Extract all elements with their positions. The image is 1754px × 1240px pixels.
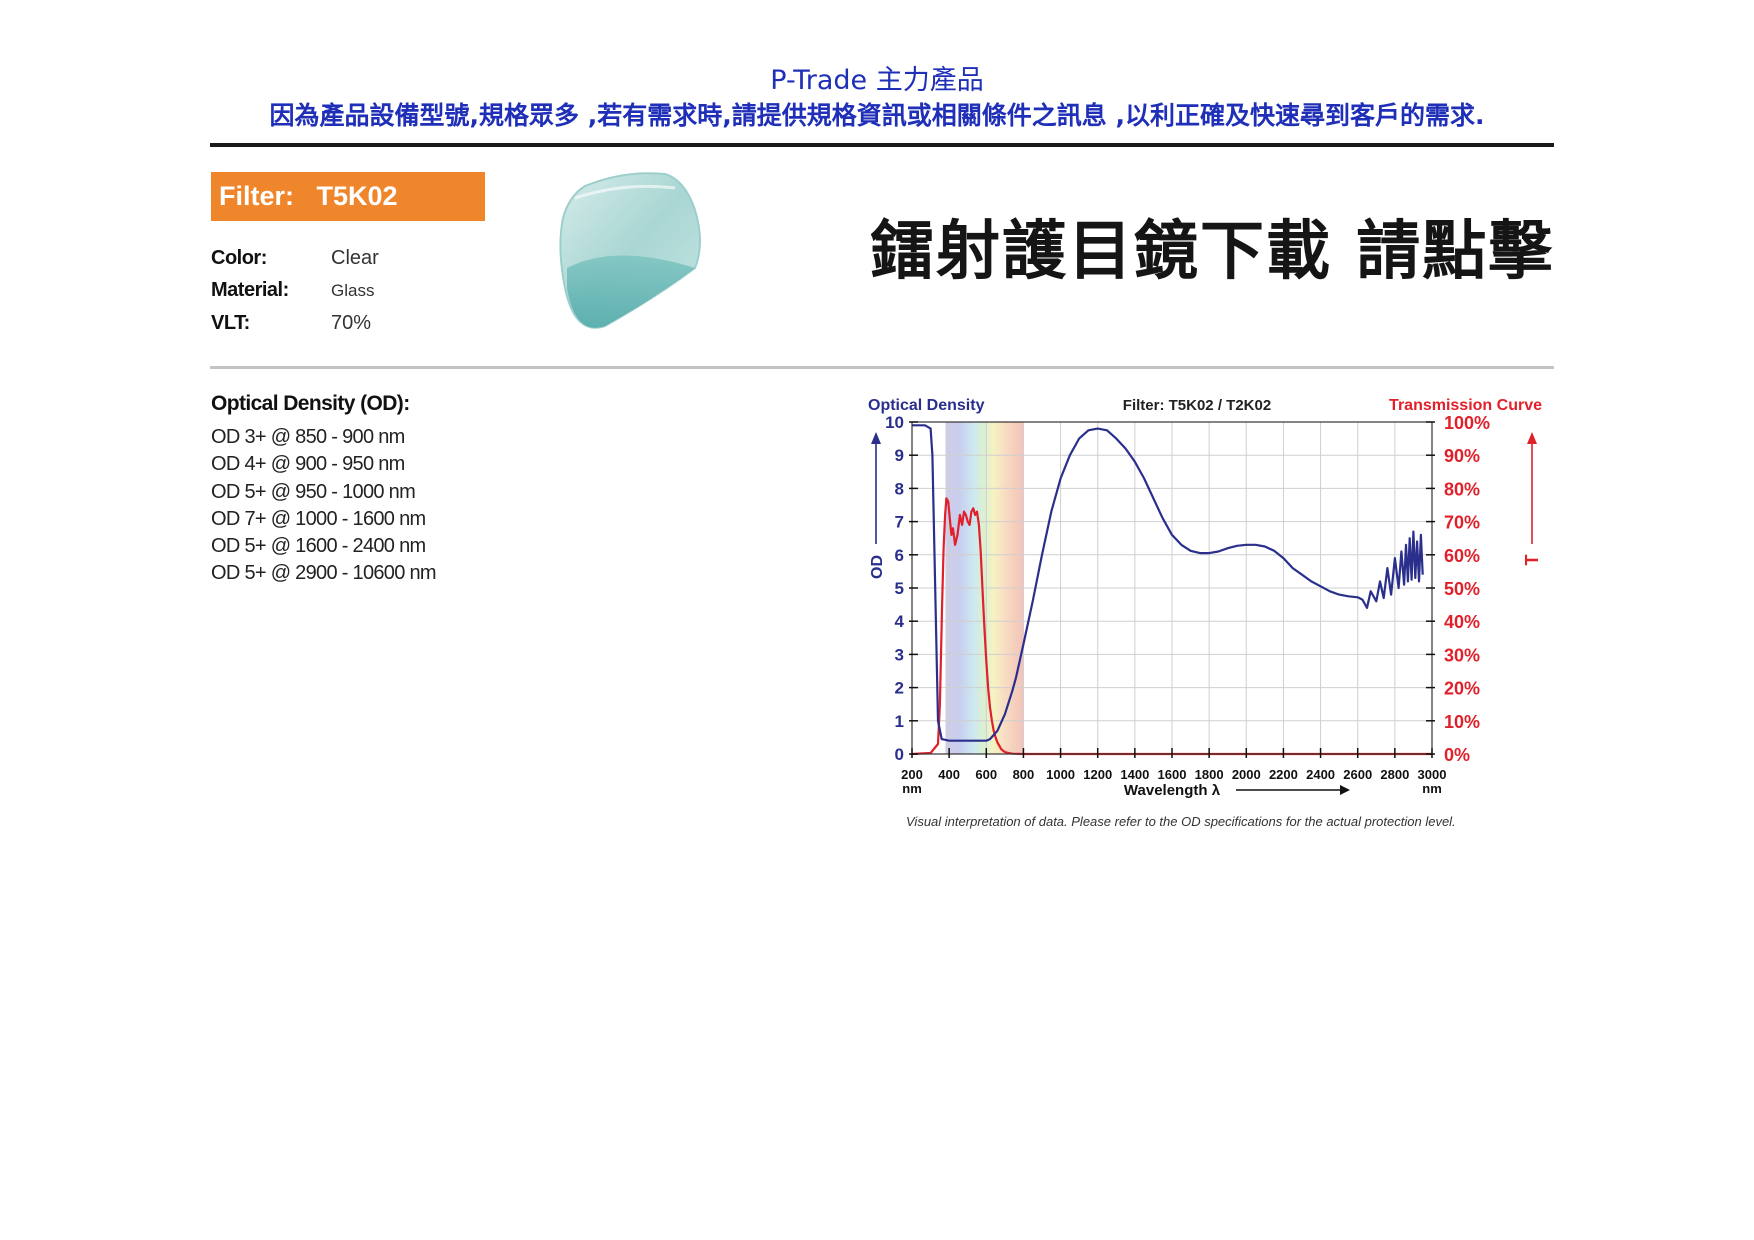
y-axis-arrowhead	[871, 432, 881, 444]
y-tick-label: 5	[895, 579, 904, 598]
y-tick-label: 6	[895, 546, 904, 565]
y2-tick-label: 20%	[1444, 679, 1480, 699]
chart-title: Filter: T5K02 / T2K02	[1123, 397, 1271, 414]
y-tick-label: 4	[895, 612, 905, 631]
x-tick-label: 800	[1013, 767, 1035, 782]
prop-key: Material:	[211, 279, 289, 301]
left-axis-title: Optical Density	[868, 397, 985, 414]
chart-caption: Visual interpretation of data. Please re…	[906, 814, 1456, 829]
prop-value: Clear	[331, 247, 379, 269]
y-tick-label: 2	[895, 679, 904, 698]
y2-tick-label: 100%	[1444, 413, 1490, 433]
od-spec-item: OD 5+ @ 1600 - 2400 nm	[211, 535, 426, 558]
y-axis-label: OD	[869, 555, 886, 579]
y2-axis-arrowhead	[1527, 432, 1537, 444]
brand-title: P-Trade 主力產品	[770, 65, 984, 96]
prop-key: Color:	[211, 247, 267, 269]
x-tick-label: 1800	[1195, 767, 1224, 782]
prop-material: Material: Glass	[211, 279, 374, 302]
od-transmission-chart: Optical Density Filter: T5K02 / T2K02 Tran…	[868, 397, 1542, 799]
prop-value: Glass	[331, 281, 375, 300]
y2-tick-label: 30%	[1444, 645, 1480, 665]
x-tick-label: 2600	[1343, 767, 1372, 782]
y-tick-label: 9	[895, 446, 904, 465]
header-divider	[210, 143, 1554, 147]
od-spec-item: OD 5+ @ 2900 - 10600 nm	[211, 562, 437, 585]
y2-tick-label: 40%	[1444, 612, 1480, 632]
y2-tick-label: 60%	[1444, 546, 1480, 566]
y2-tick-label: 90%	[1444, 446, 1480, 466]
right-axis-title: Transmission Curve	[1389, 397, 1542, 414]
y2-tick-label: 0%	[1444, 745, 1470, 765]
filter-badge: Filter: T5K02	[211, 172, 485, 221]
x-tick-label: 1200	[1083, 767, 1112, 782]
y-tick-label: 0	[895, 745, 904, 764]
y2-tick-label: 50%	[1444, 579, 1480, 599]
prop-key: VLT:	[211, 312, 250, 334]
x-axis-arrowhead	[1340, 785, 1350, 795]
x-unit-label-left: nm	[902, 781, 922, 796]
x-tick-label: 600	[975, 767, 997, 782]
y-tick-label: 3	[895, 645, 904, 664]
y2-tick-label: 10%	[1444, 712, 1480, 732]
y2-axis-label: T	[1522, 555, 1542, 566]
download-link[interactable]: 鐳射護目鏡下載 請點擊	[870, 200, 1554, 292]
od-spec-item: OD 4+ @ 900 - 950 nm	[211, 453, 405, 476]
section-divider	[210, 366, 1554, 369]
od-spec-list: OD 3+ @ 850 - 900 nm OD 4+ @ 900 - 950 n…	[211, 424, 437, 588]
x-tick-label: 2800	[1380, 767, 1409, 782]
od-spec-item: OD 7+ @ 1000 - 1600 nm	[211, 507, 426, 530]
x-tick-label: 1000	[1046, 767, 1075, 782]
x-tick-label: 2000	[1232, 767, 1261, 782]
filter-label: Filter:	[219, 181, 295, 211]
filter-id: T5K02	[316, 181, 398, 211]
od-title: Optical Density (OD):	[211, 392, 410, 415]
x-tick-label: 2400	[1306, 767, 1335, 782]
od-spec-item: OD 5+ @ 950 - 1000 nm	[211, 480, 416, 503]
x-tick-label: 400	[938, 767, 960, 782]
y-tick-label: 7	[895, 513, 904, 532]
x-unit-label-right: nm	[1422, 781, 1442, 796]
x-tick-label: 200	[901, 767, 923, 782]
lens-image	[559, 172, 701, 329]
prop-value: 70%	[331, 312, 372, 334]
x-tick-label: 1600	[1158, 767, 1187, 782]
y2-tick-label: 80%	[1444, 479, 1480, 499]
x-tick-label: 1400	[1120, 767, 1149, 782]
y2-tick-label: 70%	[1444, 513, 1480, 533]
x-tick-label: 3000	[1418, 767, 1447, 782]
x-axis-label: Wavelength λ	[1124, 782, 1221, 799]
y-tick-label: 10	[885, 413, 904, 432]
request-notice: 因為產品設備型號,規格眾多 ,若有需求時,請提供規格資訊或相關條件之訊息 ,以利…	[269, 101, 1485, 130]
y-tick-label: 1	[895, 712, 904, 731]
prop-vlt: VLT: 70%	[211, 312, 371, 335]
x-tick-label: 2200	[1269, 767, 1298, 782]
prop-color: Color: Clear	[211, 247, 379, 270]
y-tick-label: 8	[895, 479, 904, 498]
od-spec-item: OD 3+ @ 850 - 900 nm	[211, 426, 405, 448]
